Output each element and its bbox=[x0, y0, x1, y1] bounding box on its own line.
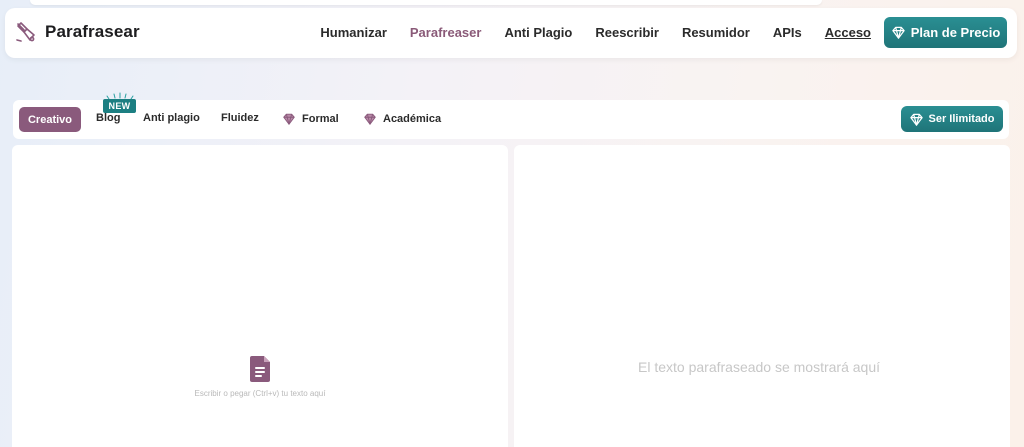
mode-fluidez-button[interactable]: Fluidez bbox=[221, 112, 259, 124]
mode-formal-label: Formal bbox=[302, 113, 339, 125]
ser-ilimitado-label: Ser Ilimitado bbox=[928, 113, 995, 125]
site-header: Parafrasear Humanizar Parafreaser Anti P… bbox=[5, 8, 1017, 58]
diamond-icon bbox=[891, 25, 906, 40]
mode-creativo-button[interactable]: Creativo bbox=[19, 107, 81, 132]
diamond-icon bbox=[363, 112, 377, 126]
ser-ilimitado-button[interactable]: Ser Ilimitado bbox=[901, 106, 1003, 132]
nav-acceso[interactable]: Acceso bbox=[825, 25, 871, 40]
nav-anti-plagio[interactable]: Anti Plagio bbox=[504, 25, 572, 40]
mode-formal-button[interactable]: Formal bbox=[282, 112, 339, 126]
document-icon[interactable] bbox=[249, 355, 273, 383]
mode-fluidez-label: Fluidez bbox=[221, 112, 259, 124]
nav-humanizar[interactable]: Humanizar bbox=[320, 25, 386, 40]
input-panel[interactable]: Escribir o pegar (Ctrl+v) tu texto aquí bbox=[12, 145, 508, 447]
mode-academica-button[interactable]: Académica bbox=[363, 112, 441, 126]
top-strip bbox=[30, 0, 822, 5]
main-nav: Humanizar Parafreaser Anti Plagio Reescr… bbox=[297, 16, 1007, 48]
nav-reescribir[interactable]: Reescribir bbox=[595, 25, 659, 40]
mode-academica-label: Académica bbox=[383, 113, 442, 125]
output-placeholder: El texto parafraseado se mostrará aquí bbox=[638, 359, 881, 375]
plan-de-precio-button[interactable]: Plan de Precio bbox=[884, 16, 1007, 48]
diamond-icon bbox=[282, 112, 296, 126]
input-placeholder: Escribir o pegar (Ctrl+v) tu texto aquí bbox=[194, 389, 326, 398]
nav-resumidor[interactable]: Resumidor bbox=[682, 25, 750, 40]
nav-apis[interactable]: APIs bbox=[773, 25, 802, 40]
mode-anti-plagio-button[interactable]: Anti plagio bbox=[143, 112, 200, 124]
diamond-icon bbox=[909, 112, 924, 127]
mode-blog-label: Blog bbox=[96, 112, 121, 124]
mode-anti-plagio-label: Anti plagio bbox=[143, 112, 200, 124]
mode-blog-button[interactable]: Blog bbox=[96, 112, 120, 124]
quill-pen-icon bbox=[14, 20, 38, 44]
mode-toolbar: Creativo NEW Blog Anti plagio Fluidez Fo… bbox=[13, 92, 1009, 139]
nav-parafreaser[interactable]: Parafreaser bbox=[410, 25, 482, 40]
plan-de-precio-label: Plan de Precio bbox=[910, 24, 1001, 40]
new-badge: NEW bbox=[103, 99, 136, 113]
brand[interactable]: Parafrasear bbox=[14, 20, 140, 44]
output-panel: El texto parafraseado se mostrará aquí bbox=[514, 145, 1010, 447]
brand-name: Parafrasear bbox=[45, 22, 140, 41]
